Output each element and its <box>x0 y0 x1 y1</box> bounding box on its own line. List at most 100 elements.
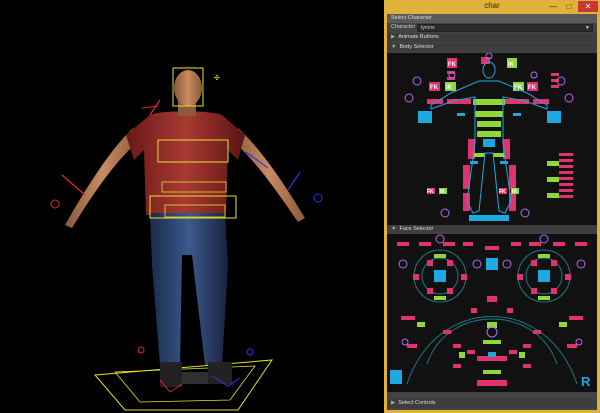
left-hand-button[interactable] <box>418 111 432 123</box>
extra-green-1[interactable] <box>547 161 559 166</box>
ground-control-triangle[interactable] <box>93 359 274 411</box>
lip-right-1[interactable] <box>523 344 531 348</box>
eye-right-top-2[interactable] <box>551 260 557 266</box>
jaw-right[interactable] <box>567 344 577 348</box>
character-rig-view[interactable]: ✣ <box>0 0 384 413</box>
spine-slider-2[interactable] <box>559 159 573 162</box>
brow-right-center[interactable] <box>511 242 521 246</box>
cheek-left[interactable] <box>401 316 415 320</box>
brow-right-outer[interactable] <box>575 242 587 246</box>
pelvis-button[interactable] <box>483 139 495 147</box>
reset-button[interactable]: R <box>581 374 591 389</box>
brow-center[interactable] <box>485 246 499 250</box>
lip-left-1[interactable] <box>453 344 461 348</box>
right-leg-cyan[interactable] <box>500 161 508 164</box>
title-bar[interactable]: char — □ ✕ <box>384 0 600 14</box>
upper-lid-right[interactable] <box>538 254 550 258</box>
extra-green-3[interactable] <box>547 193 559 198</box>
nose-right[interactable] <box>507 308 513 313</box>
face-ring-controls[interactable] <box>398 234 586 346</box>
nose-left[interactable] <box>471 308 477 313</box>
lower-lip-left[interactable] <box>453 364 461 368</box>
lower-lid-right[interactable] <box>538 296 550 300</box>
face-corner-button[interactable] <box>390 370 402 384</box>
mouth-corner-left[interactable] <box>459 352 465 358</box>
chin-button[interactable] <box>477 380 507 386</box>
lower-lip[interactable] <box>483 370 501 374</box>
brow-left-inner[interactable] <box>443 242 455 246</box>
eye-left-outer[interactable] <box>413 274 419 280</box>
right-forearm-cyan[interactable] <box>513 113 521 116</box>
brow-left-mid[interactable] <box>419 242 431 246</box>
3d-viewport[interactable]: ✣ <box>0 0 384 413</box>
eye-left-inner[interactable] <box>461 274 467 280</box>
lower-lip-right[interactable] <box>523 364 531 368</box>
mouth-corner-left-outer[interactable] <box>443 330 451 334</box>
right-hand-button[interactable] <box>547 111 561 123</box>
eye-right-top[interactable] <box>531 260 537 266</box>
upper-lid-left[interactable] <box>434 254 446 258</box>
spine-slider-4[interactable] <box>559 171 573 174</box>
right-hand-ik-icon[interactable] <box>313 193 323 203</box>
eye-left-main[interactable] <box>434 270 446 282</box>
body-picker[interactable]: FK IK IK FK FK FK FK IK FK IK <box>387 53 597 225</box>
forehead-button[interactable] <box>486 258 498 270</box>
lip-left-2[interactable] <box>467 350 475 354</box>
upper-lip[interactable] <box>483 340 501 344</box>
mouth-center[interactable] <box>488 352 496 357</box>
brow-right-mid[interactable] <box>553 242 565 246</box>
brow-left-outer[interactable] <box>397 242 409 246</box>
left-shin-button[interactable] <box>463 193 470 211</box>
nose-bridge[interactable] <box>487 296 497 302</box>
extra-green-2[interactable] <box>547 177 559 182</box>
lip-right-2[interactable] <box>509 350 517 354</box>
face-picker[interactable]: R <box>387 234 597 392</box>
eye-left-top[interactable] <box>427 260 433 266</box>
close-button[interactable]: ✕ <box>578 1 598 12</box>
eye-right-bottom[interactable] <box>531 288 537 294</box>
spine-slider-5[interactable] <box>559 177 573 180</box>
spine-slider-6[interactable] <box>559 183 573 186</box>
left-forearm-cyan[interactable] <box>457 113 465 116</box>
eye-right-outer[interactable] <box>565 274 571 280</box>
eye-right-inner[interactable] <box>517 274 523 280</box>
select-character-header[interactable]: Select Character <box>387 14 597 23</box>
left-hip-button[interactable] <box>473 153 485 157</box>
eye-left-top-2[interactable] <box>447 260 453 266</box>
right-finger-3[interactable] <box>551 85 559 88</box>
spine-slider-7[interactable] <box>559 189 573 192</box>
spine-slider-8[interactable] <box>559 195 573 198</box>
spine-slider-1[interactable] <box>559 153 573 156</box>
root-button[interactable] <box>469 215 509 221</box>
eye-left-bottom[interactable] <box>427 288 433 294</box>
spine-mid-button[interactable] <box>477 121 501 127</box>
character-dropdown[interactable]: tyrone ▼ <box>417 24 593 32</box>
mouth-corner-right-outer[interactable] <box>533 330 541 334</box>
maximize-button[interactable]: □ <box>562 1 576 12</box>
lower-lid-left[interactable] <box>434 296 446 300</box>
eye-right-main[interactable] <box>538 270 550 282</box>
animate-buttons-toggle[interactable]: ▶ Animate Buttons <box>387 33 597 42</box>
face-selector-toggle[interactable]: ▼ Face Selector <box>387 225 597 234</box>
spine-top-button[interactable] <box>475 111 503 117</box>
body-selector-toggle[interactable]: ▼ Body Selector <box>387 43 597 52</box>
chest-button[interactable] <box>473 99 505 105</box>
eye-left-bottom-2[interactable] <box>447 288 453 294</box>
right-finger-1[interactable] <box>551 73 559 76</box>
left-hand-ik-icon[interactable] <box>50 199 60 209</box>
mouth-corner-right[interactable] <box>519 352 525 358</box>
spine-slider-3[interactable] <box>559 165 573 168</box>
brow-right-inner[interactable] <box>529 242 541 246</box>
eye-right-bottom-2[interactable] <box>551 288 557 294</box>
cheek-right[interactable] <box>569 316 583 320</box>
right-knee-button[interactable] <box>509 165 516 189</box>
cheek-right-green[interactable] <box>559 322 567 327</box>
right-hip-button[interactable] <box>493 153 505 157</box>
spine-low-button[interactable] <box>477 131 501 137</box>
brow-left-center[interactable] <box>463 242 473 246</box>
select-controls-toggle[interactable]: ▶ Select Controls <box>387 399 597 408</box>
left-leg-cyan[interactable] <box>470 161 478 164</box>
minimize-button[interactable]: — <box>546 1 560 12</box>
jaw-left[interactable] <box>407 344 417 348</box>
cheek-left-green[interactable] <box>417 322 425 327</box>
